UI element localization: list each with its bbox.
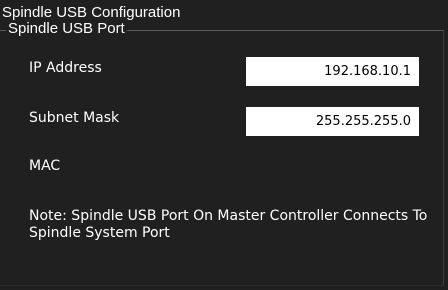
- mac-label: MAC: [29, 158, 61, 174]
- ip-address-label: IP Address: [29, 60, 102, 76]
- subnet-mask-input[interactable]: [246, 107, 419, 136]
- spindle-usb-configuration-window: Spindle USB Configuration Spindle USB Po…: [0, 0, 448, 290]
- note-text: Note: Spindle USB Port On Master Control…: [29, 208, 428, 241]
- subnet-mask-label: Subnet Mask: [29, 110, 120, 126]
- ip-address-input[interactable]: [246, 57, 419, 86]
- group-title: Spindle USB Port: [6, 20, 127, 37]
- window-title: Spindle USB Configuration: [2, 4, 181, 21]
